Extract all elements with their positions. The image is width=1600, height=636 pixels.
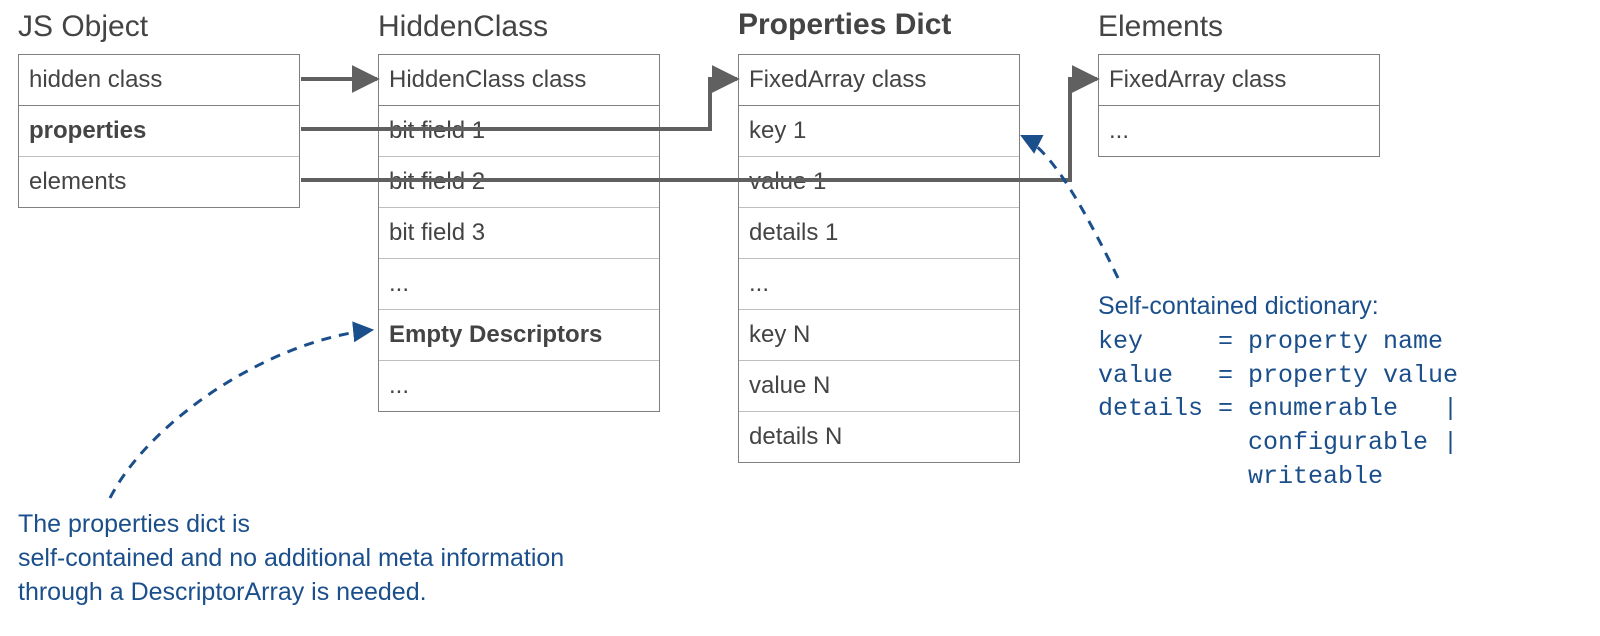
heading-propsdict: Properties Dict — [738, 8, 951, 42]
cell-pd-class: FixedArray class — [739, 55, 1019, 106]
cell-pd-key1: key 1 — [739, 106, 1019, 157]
annotation-left-l2: self-contained and no additional meta in… — [18, 542, 564, 576]
box-propsdict: FixedArray class key 1 value 1 details 1… — [738, 54, 1020, 463]
annotation-right: Self-contained dictionary: key = propert… — [1098, 290, 1458, 494]
cell-hc-bit3: bit field 3 — [379, 208, 659, 259]
diagram-stage: JS Object HiddenClass Properties Dict El… — [0, 0, 1600, 636]
box-elements: FixedArray class ... — [1098, 54, 1380, 157]
annotation-left-l1: The properties dict is — [18, 508, 564, 542]
cell-pd-value1: value 1 — [739, 157, 1019, 208]
annotation-left: The properties dict is self-contained an… — [18, 508, 564, 609]
cell-el-dots: ... — [1099, 106, 1379, 156]
box-hiddenclass: HiddenClass class bit field 1 bit field … — [378, 54, 660, 412]
annotation-right-title: Self-contained dictionary: — [1098, 292, 1379, 320]
annotation-left-l3: through a DescriptorArray is needed. — [18, 576, 564, 610]
arrow-annot-right — [1022, 136, 1118, 278]
cell-el-class: FixedArray class — [1099, 55, 1379, 106]
annotation-right-body: key = property name value = property val… — [1098, 327, 1458, 491]
cell-hc-dots1: ... — [379, 259, 659, 310]
box-jsobject: hidden class properties elements — [18, 54, 300, 208]
arrow-annot-left — [110, 330, 372, 498]
cell-pd-details1: details 1 — [739, 208, 1019, 259]
cell-hc-bit1: bit field 1 — [379, 106, 659, 157]
heading-elements: Elements — [1098, 10, 1223, 44]
cell-jsobject-hiddenclass: hidden class — [19, 55, 299, 106]
cell-jsobject-elements: elements — [19, 157, 299, 207]
heading-jsobject: JS Object — [18, 10, 148, 44]
cell-pd-detailsN: details N — [739, 412, 1019, 462]
heading-hiddenclass: HiddenClass — [378, 10, 548, 44]
cell-hc-bit2: bit field 2 — [379, 157, 659, 208]
cell-jsobject-properties: properties — [19, 106, 299, 157]
cell-hc-class: HiddenClass class — [379, 55, 659, 106]
cell-pd-keyN: key N — [739, 310, 1019, 361]
cell-hc-empty-descriptors: Empty Descriptors — [379, 310, 659, 361]
cell-hc-dots2: ... — [379, 361, 659, 411]
cell-pd-valueN: value N — [739, 361, 1019, 412]
cell-pd-dots: ... — [739, 259, 1019, 310]
